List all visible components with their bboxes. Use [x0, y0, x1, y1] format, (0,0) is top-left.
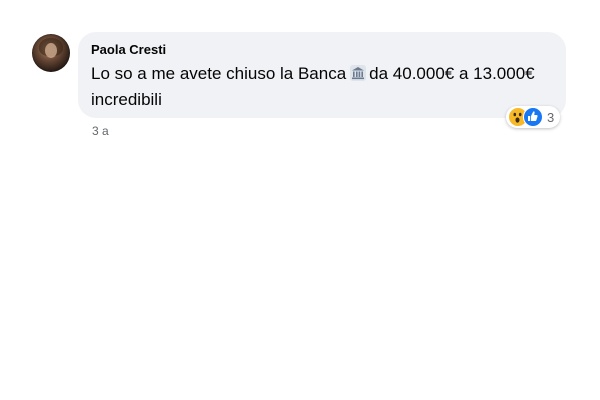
like-reaction-icon — [523, 107, 543, 127]
avatar-face-shape — [45, 43, 57, 58]
comment-timestamp[interactable]: 3 a — [92, 124, 109, 138]
comment-bubble: Paola Cresti Lo so a me avete chiuso la … — [78, 32, 566, 118]
avatar[interactable] — [32, 34, 70, 72]
comment-text: Lo so a me avete chiuso la Banca da 40.0… — [91, 61, 554, 113]
comment-author[interactable]: Paola Cresti — [91, 42, 554, 58]
reactions-summary[interactable]: 3 — [506, 106, 561, 128]
comment-text-part-1: Lo so a me avete chiuso la Banca — [91, 64, 347, 83]
bank-icon — [350, 65, 367, 81]
reaction-count: 3 — [547, 109, 555, 125]
